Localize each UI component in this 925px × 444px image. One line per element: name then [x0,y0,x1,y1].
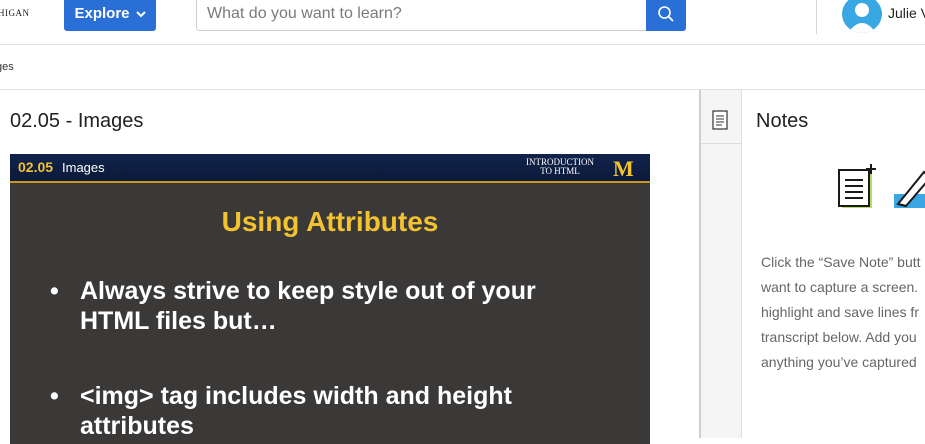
help-line: want to capture a screen. [761,279,919,295]
notes-panel: Notes Click the “Save Note” butt want to… [742,90,925,438]
tab-underline [701,143,741,144]
slide-bullet-text: Always strive to keep style out of your … [80,277,536,335]
help-line: Click the “Save Note” butt [761,254,921,270]
help-line: anything you’ve captured [761,354,917,370]
search-input[interactable]: What do you want to learn? [196,0,646,31]
video-player[interactable]: 02.05 Images INTRODUCTION TO HTML M Usin… [10,154,650,444]
help-line: transcript below. Add you [761,329,917,345]
add-note-icon [838,164,876,208]
search-icon [658,5,674,22]
slide-course-name: INTRODUCTION TO HTML [526,158,594,176]
block-m-logo: M [613,156,634,181]
header-divider [816,0,817,34]
notes-title: Notes [756,110,809,132]
slide-bullet-text: <img> tag includes width and height attr… [80,382,512,440]
bullet-dot: • [50,382,59,410]
course-line-2: TO HTML [540,166,580,176]
page-title: 02.05 - Images [10,110,144,132]
slide-lesson-name: Images [62,160,105,175]
explore-button[interactable]: Explore [64,0,156,31]
top-nav-bar: HIGAN Explore What do you want to learn?… [0,0,925,45]
user-name[interactable]: Julie V [888,5,925,21]
breadcrumb: ges [0,45,925,90]
bullet-dot: • [50,277,59,305]
slide-lesson-number: 02.05 [18,159,54,175]
breadcrumb-item[interactable]: ges [0,61,14,73]
avatar[interactable] [842,0,882,33]
slide-title: Using Attributes [221,206,439,237]
help-line: highlight and save lines fr [761,304,919,320]
search-placeholder: What do you want to learn? [207,5,402,22]
search-button[interactable] [646,0,686,31]
notes-tab-icon[interactable] [712,110,728,130]
user-silhouette-icon [848,3,876,33]
slide-header-bar: 02.05 Images INTRODUCTION TO HTML M [10,154,650,183]
notes-help-text: Click the “Save Note” butt want to captu… [761,250,925,375]
highlighter-icon [894,170,925,208]
lesson-pane: 02.05 - Images 02.05 Images INTRODUCTION… [0,90,699,444]
chevron-down-icon [135,10,146,17]
notes-tab-strip [701,90,742,438]
site-logo[interactable]: HIGAN [0,8,30,18]
explore-label: Explore [74,5,130,22]
